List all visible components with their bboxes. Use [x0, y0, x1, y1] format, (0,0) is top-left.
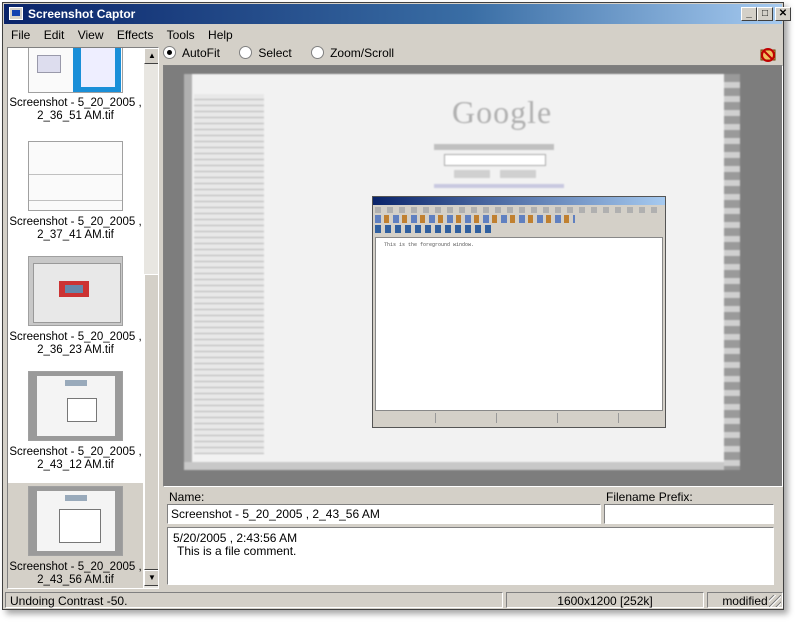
- autofit-option[interactable]: AutoFit: [163, 46, 220, 60]
- maximize-button[interactable]: □: [757, 7, 773, 21]
- filename-prefix-field[interactable]: [604, 504, 774, 524]
- zoom-scroll-option[interactable]: Zoom/Scroll: [311, 46, 394, 60]
- thumbnail-caption-line1: Screenshot - 5_20_2005 ,: [9, 331, 142, 343]
- app-icon[interactable]: [9, 7, 23, 20]
- minimize-button[interactable]: _: [741, 7, 757, 21]
- menu-effects[interactable]: Effects: [112, 26, 158, 42]
- thumbnail-caption-line1: Screenshot - 5_20_2005 ,: [9, 561, 142, 573]
- scroll-down-arrow-icon[interactable]: ▼: [144, 570, 158, 586]
- name-field[interactable]: Screenshot - 5_20_2005 , 2_43_56 AM: [167, 504, 601, 524]
- select-radio[interactable]: [239, 46, 253, 59]
- status-dimensions: 1600x1200 [252k]: [506, 592, 704, 608]
- foreground-window-text: This is the foreground window.: [384, 242, 475, 248]
- foreground-window: This is the foreground window.: [372, 196, 666, 428]
- thumbnail-item-selected[interactable]: Screenshot - 5_20_2005 , 2_43_56 AM.tif: [8, 483, 143, 588]
- thumbnail-caption-line2: 2_43_56 AM.tif: [37, 574, 114, 586]
- thumbnail-list[interactable]: Screenshot - 5_20_2005 , 2_36_51 AM.tif …: [7, 47, 159, 589]
- scroll-thumb[interactable]: [144, 274, 158, 570]
- scroll-up-arrow-icon[interactable]: ▲: [144, 48, 158, 64]
- menu-bar: File Edit View Effects Tools Help: [6, 26, 238, 44]
- menu-help[interactable]: Help: [203, 26, 238, 42]
- no-capture-icon[interactable]: [759, 47, 777, 63]
- autofit-radio[interactable]: [163, 46, 176, 59]
- select-option[interactable]: Select: [239, 46, 292, 60]
- window-title: Screenshot Captor: [28, 7, 136, 21]
- thumbnail-caption-line2: 2_36_23 AM.tif: [37, 344, 114, 356]
- thumbnail-image: [28, 256, 123, 326]
- thumbnail-item[interactable]: Screenshot - 5_20_2005 , 2_37_41 AM.tif: [8, 138, 143, 253]
- main-window: Screenshot Captor _ □ ✕ File Edit View E…: [2, 2, 791, 610]
- menu-edit[interactable]: Edit: [39, 26, 70, 42]
- menu-file[interactable]: File: [6, 26, 35, 42]
- zoom-scroll-radio[interactable]: [311, 46, 325, 59]
- menu-tools[interactable]: Tools: [162, 26, 200, 42]
- menu-view[interactable]: View: [73, 26, 109, 42]
- thumbnail-image: [28, 141, 123, 211]
- thumbnail-caption-line2: 2_37_41 AM.tif: [37, 229, 114, 241]
- comment-text: This is a file comment.: [177, 544, 297, 558]
- view-mode-bar: AutoFit Select Zoom/Scroll: [163, 46, 410, 64]
- thumbnail-scrollbar[interactable]: ▲ ▼: [144, 48, 158, 588]
- status-bar: Undoing Contrast -50. 1600x1200 [252k] m…: [5, 591, 783, 609]
- comment-box[interactable]: 5/20/2005 , 2:43:56 AM This is a file co…: [167, 527, 774, 585]
- name-label: Name:: [169, 490, 205, 504]
- close-button[interactable]: ✕: [775, 7, 791, 21]
- thumbnail-image: [28, 486, 123, 556]
- thumbnail-image: [28, 371, 123, 441]
- thumbnail-caption-line2: 2_43_12 AM.tif: [37, 459, 114, 471]
- image-preview[interactable]: Google This is the foreground window.: [163, 65, 783, 487]
- thumbnail-image: [28, 48, 123, 93]
- resize-grip-icon[interactable]: [769, 595, 781, 607]
- filename-prefix-label: Filename Prefix:: [606, 490, 693, 504]
- google-logo: Google: [452, 94, 553, 130]
- thumbnail-caption-line1: Screenshot - 5_20_2005 ,: [9, 446, 142, 458]
- thumbnail-item[interactable]: Screenshot - 5_20_2005 , 2_36_23 AM.tif: [8, 253, 143, 368]
- status-message: Undoing Contrast -50.: [5, 592, 503, 608]
- thumbnail-caption-line1: Screenshot - 5_20_2005 ,: [9, 216, 142, 228]
- thumbnail-item[interactable]: Screenshot - 5_20_2005 , 2_43_12 AM.tif: [8, 368, 143, 483]
- thumbnail-caption-line1: Screenshot - 5_20_2005 ,: [9, 97, 142, 109]
- thumbnail-caption-line2: 2_36_51 AM.tif: [37, 110, 114, 122]
- title-bar[interactable]: Screenshot Captor _ □ ✕: [4, 4, 791, 24]
